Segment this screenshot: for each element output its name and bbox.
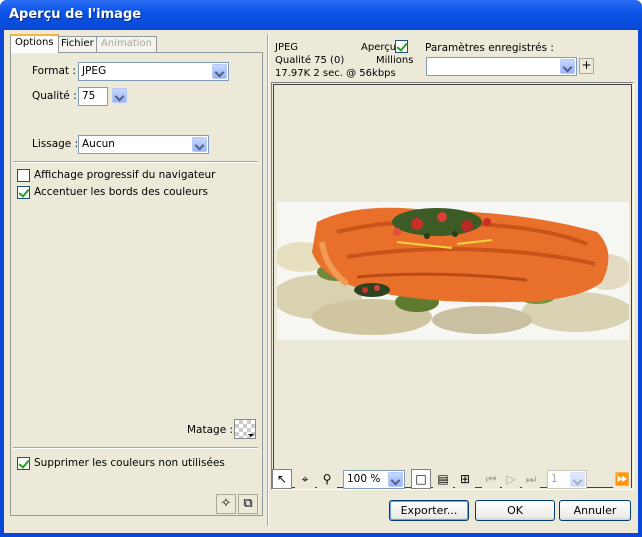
- separator: [13, 447, 258, 449]
- preview-colors: Millions: [376, 55, 414, 66]
- preview-image: [277, 202, 629, 340]
- chevron-down-icon[interactable]: [112, 88, 127, 103]
- frame-select: 1: [547, 470, 587, 489]
- progressive-label: Affichage progressif du navigateur: [34, 169, 216, 181]
- saved-settings-select[interactable]: [426, 57, 577, 76]
- split-four-view-icon: ⊞: [459, 472, 471, 486]
- salmon-dish-illustration: [277, 202, 629, 340]
- zoom-select[interactable]: 100 %: [343, 470, 405, 489]
- format-label: Format :: [32, 65, 76, 77]
- chevron-down-icon[interactable]: [212, 64, 227, 79]
- magic-wand-icon: ✧: [220, 496, 232, 511]
- dialog-window: Aperçu de l'image Options Fichier Animat…: [0, 0, 642, 537]
- preview-toggle-label: Aperçu: [361, 42, 397, 53]
- smoothing-select-value: Aucun: [82, 138, 115, 150]
- optimize-wand-button[interactable]: ✧: [216, 494, 236, 514]
- remove-unused-checkbox[interactable]: [17, 457, 30, 470]
- window-title: Aperçu de l'image: [9, 7, 142, 22]
- saved-settings-label: Paramètres enregistrés :: [425, 42, 554, 54]
- preview-area[interactable]: [271, 82, 634, 490]
- quality-slider-toggle[interactable]: [111, 87, 129, 106]
- crop-icon: ⌖: [301, 472, 309, 486]
- bottom-border: [4, 527, 638, 533]
- ok-button[interactable]: OK: [475, 500, 555, 521]
- zoom-value: 100 %: [347, 473, 381, 485]
- view-single-button[interactable]: □: [411, 469, 431, 489]
- pointer-tool[interactable]: ↖: [272, 469, 292, 489]
- zoom-tool[interactable]: ⚲: [317, 469, 337, 489]
- dialog-client: Options Fichier Animation Format : JPEG …: [4, 30, 638, 533]
- preview-quality: Qualité 75 (0): [275, 55, 345, 66]
- progressive-checkbox[interactable]: [17, 169, 30, 182]
- chevron-down-icon[interactable]: [192, 137, 207, 152]
- optimize-to-size-icon: ⧉: [243, 496, 253, 511]
- preview-format: JPEG: [275, 42, 299, 53]
- frame-value: 1: [551, 473, 558, 485]
- format-select[interactable]: JPEG: [78, 62, 229, 81]
- preview-size: 17.97K 2 sec. @ 56kbps: [275, 68, 396, 79]
- magnifier-icon: ⚲: [322, 472, 332, 486]
- quality-input[interactable]: 75: [78, 87, 108, 106]
- quality-input-value: 75: [82, 90, 96, 102]
- format-select-value: JPEG: [82, 65, 107, 77]
- remove-unused-label: Supprimer les couleurs non utilisées: [34, 457, 225, 469]
- export-button[interactable]: Exporter...: [389, 500, 469, 521]
- chevron-down-icon[interactable]: [388, 472, 403, 487]
- crop-tool[interactable]: ⌖: [295, 469, 315, 489]
- first-frame-button: ⏮: [482, 469, 500, 489]
- add-settings-button[interactable]: +: [579, 58, 594, 74]
- tab-animation: Animation: [96, 36, 157, 52]
- view-split-four-button[interactable]: ⊞: [455, 469, 475, 489]
- cancel-button[interactable]: Annuler: [559, 500, 631, 521]
- plus-icon: +: [581, 58, 592, 72]
- play-icon: ▷: [506, 472, 516, 486]
- tab-fichier[interactable]: Fichier: [56, 36, 99, 52]
- sharpen-label: Accentuer les bords des couleurs: [34, 186, 209, 198]
- last-frame-button: ⏭: [522, 469, 540, 489]
- panel-divider: [267, 34, 269, 526]
- title-bar[interactable]: Aperçu de l'image: [0, 0, 642, 30]
- play-button: ▷: [502, 469, 520, 489]
- smoothing-select[interactable]: Aucun: [78, 135, 209, 154]
- view-split-two-button[interactable]: ▤: [433, 469, 453, 489]
- first-frame-icon: ⏮: [485, 472, 497, 486]
- arrow-pointer-icon: ↖: [276, 472, 288, 486]
- split-two-view-icon: ▤: [437, 472, 449, 486]
- tab-options[interactable]: Options: [10, 34, 59, 53]
- optimize-size-button[interactable]: ⧉: [238, 494, 258, 514]
- preview-canvas[interactable]: [273, 84, 632, 488]
- separator: [13, 161, 258, 163]
- quality-label: Qualité :: [32, 90, 77, 102]
- next-frame-icon: ⏩: [614, 472, 630, 486]
- next-frame-button: ⏩: [613, 469, 631, 489]
- matte-label: Matage :: [187, 424, 234, 436]
- chevron-down-icon: [570, 472, 585, 487]
- smoothing-label: Lissage :: [32, 138, 79, 150]
- single-view-icon: □: [415, 472, 427, 486]
- chevron-down-icon[interactable]: [560, 59, 575, 74]
- matte-color-swatch[interactable]: [234, 419, 256, 439]
- options-panel: Format : JPEG Qualité : 75 Lissage : Auc…: [10, 52, 263, 516]
- sharpen-checkbox[interactable]: [17, 186, 30, 199]
- preview-checkbox[interactable]: [395, 40, 408, 53]
- last-frame-icon: ⏭: [525, 472, 537, 486]
